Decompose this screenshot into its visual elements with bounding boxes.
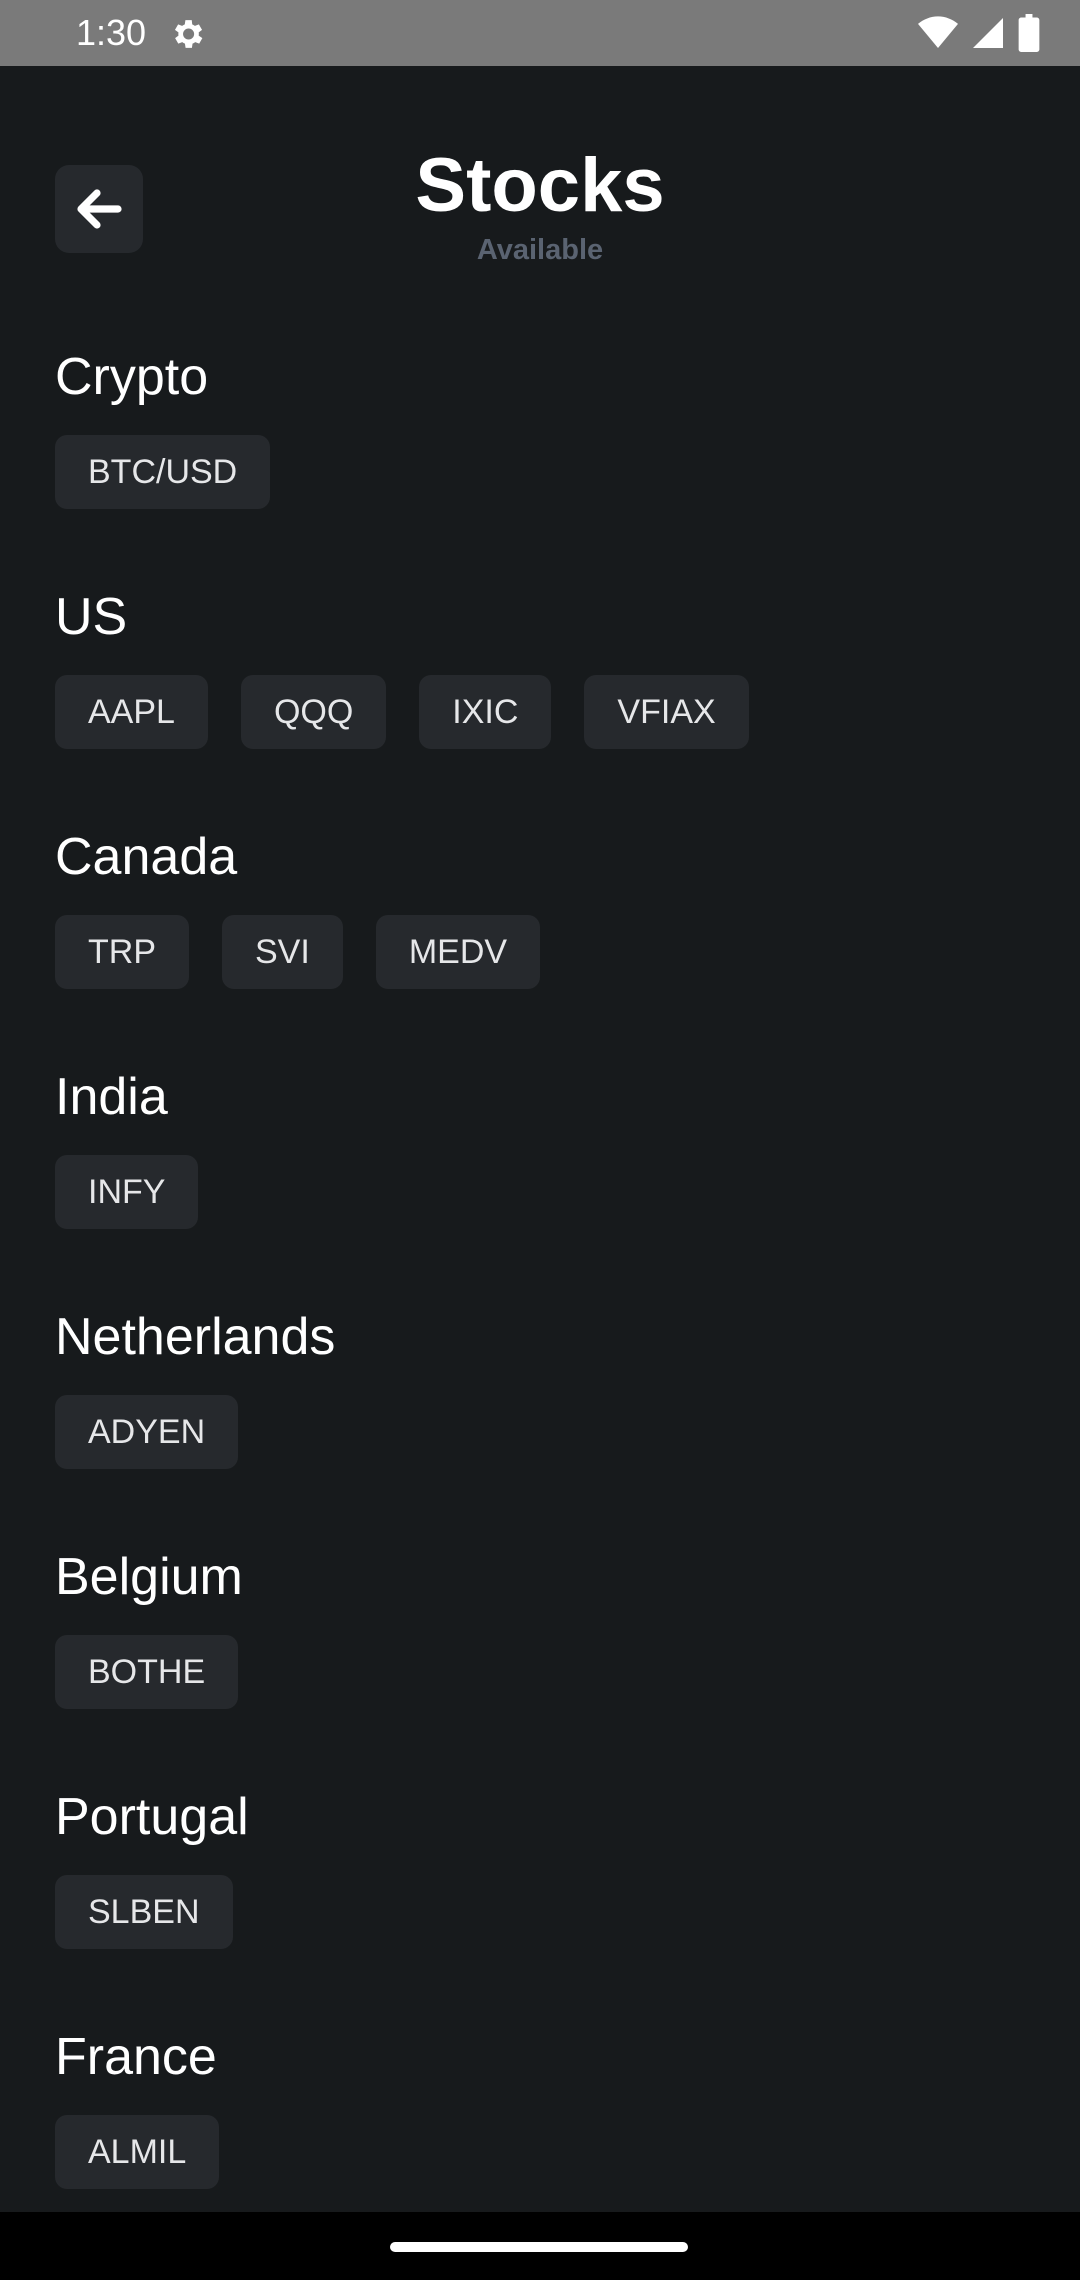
section-belgium: Belgium BOTHE [55, 1546, 1035, 1786]
stock-chip-slben[interactable]: SLBEN [55, 1875, 233, 1949]
chip-list: BTC/USD [55, 435, 1035, 509]
home-gesture-handle[interactable] [390, 2242, 688, 2252]
signal-icon [973, 18, 1003, 48]
stock-chip-trp[interactable]: TRP [55, 915, 189, 989]
section-title: Belgium [55, 1548, 243, 1606]
status-bar: 1:30 [0, 0, 1080, 66]
section-canada: Canada TRP SVI MEDV [55, 826, 1035, 1066]
stock-chip-qqq[interactable]: QQQ [240, 675, 387, 749]
page-title: Stocks [415, 143, 665, 228]
battery-icon [1018, 14, 1040, 52]
chip-list: ADYEN [55, 1395, 1035, 1469]
page-subtitle: Available [476, 234, 604, 266]
wifi-icon [918, 16, 958, 48]
stock-chip-adyen[interactable]: ADYEN [55, 1395, 239, 1469]
chip-list: AAPL QQQ IXIC VFIAX [55, 675, 1035, 749]
chip-list: TRP SVI MEDV [55, 915, 1035, 989]
section-title: France [55, 2028, 217, 2086]
section-india: India INFY [55, 1066, 1035, 1306]
chip-list: BOTHE [55, 1635, 1035, 1709]
market-sections: Crypto BTC/USD US AAPL QQQ IXIC VFIAX Ca… [55, 346, 1035, 2266]
stock-chip-aapl[interactable]: AAPL [55, 675, 208, 749]
section-title: Portugal [55, 1788, 249, 1846]
section-title: India [55, 1068, 168, 1126]
stock-chip-ixic[interactable]: IXIC [419, 675, 552, 749]
section-us: US AAPL QQQ IXIC VFIAX [55, 586, 1035, 826]
stock-chip-btc-usd[interactable]: BTC/USD [55, 435, 271, 509]
stock-chip-medv[interactable]: MEDV [375, 915, 541, 989]
chip-list: INFY [55, 1155, 1035, 1229]
chip-list: ALMIL [55, 2115, 1035, 2189]
status-icons [918, 14, 1040, 52]
gear-icon [174, 20, 203, 48]
section-title: Crypto [55, 348, 209, 406]
section-title: Netherlands [55, 1308, 336, 1366]
section-title: US [55, 588, 128, 646]
stock-chip-vfiax[interactable]: VFIAX [584, 675, 749, 749]
section-title: Canada [55, 828, 238, 886]
stock-chip-svi[interactable]: SVI [222, 915, 343, 989]
section-portugal: Portugal SLBEN [55, 1786, 1035, 2026]
chip-list: SLBEN [55, 1875, 1035, 1949]
status-time: 1:30 [76, 12, 147, 53]
stocks-screen: Stocks Available Crypto BTC/USD US AAPL … [0, 66, 1080, 2212]
stock-chip-bothe[interactable]: BOTHE [55, 1635, 239, 1709]
navigation-bar [0, 2212, 1080, 2280]
section-crypto: Crypto BTC/USD [55, 346, 1035, 586]
stock-chip-almil[interactable]: ALMIL [55, 2115, 220, 2189]
stock-chip-infy[interactable]: INFY [55, 1155, 199, 1229]
page-header: Stocks Available [0, 142, 1080, 268]
section-netherlands: Netherlands ADYEN [55, 1306, 1035, 1546]
